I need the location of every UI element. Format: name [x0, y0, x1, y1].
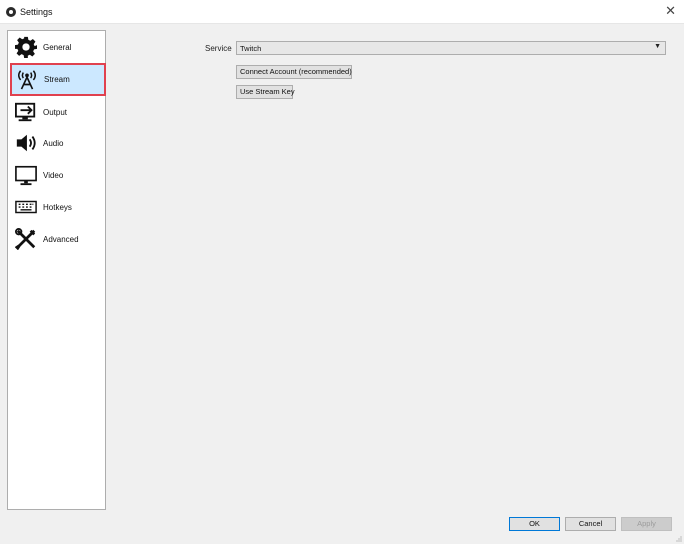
output-icon: [15, 102, 36, 122]
antenna-icon: [18, 70, 36, 90]
sidebar-item-audio[interactable]: Audio: [11, 129, 105, 159]
title-bar: Settings ✕: [0, 0, 684, 24]
settings-sidebar: General Stream Output Audio Video Hotkey…: [7, 30, 106, 510]
sidebar-item-label: Stream: [44, 75, 70, 84]
sidebar-item-label: General: [43, 43, 72, 52]
obs-logo-icon: [6, 7, 16, 17]
keyboard-icon: [15, 200, 37, 214]
sidebar-item-hotkeys[interactable]: Hotkeys: [11, 193, 105, 223]
sidebar-item-label: Video: [43, 171, 64, 180]
use-stream-key-button[interactable]: Use Stream Key: [236, 85, 295, 99]
tools-icon: [15, 228, 36, 250]
connect-account-button[interactable]: Connect Account (recommended): [236, 65, 352, 79]
service-selected-value: Twitch: [240, 44, 262, 53]
settings-window: Settings ✕ General Stream Output Audio V…: [0, 0, 684, 544]
sidebar-item-label: Advanced: [43, 235, 79, 244]
speaker-icon: [16, 134, 36, 152]
sidebar-item-output[interactable]: Output: [11, 98, 105, 128]
window-title: Settings: [20, 7, 53, 17]
service-dropdown[interactable]: Twitch ▼: [236, 41, 666, 55]
sidebar-item-label: Output: [43, 108, 68, 117]
cancel-button[interactable]: Cancel: [565, 517, 616, 531]
close-icon[interactable]: ✕: [665, 4, 676, 18]
sidebar-item-video[interactable]: Video: [11, 161, 105, 191]
sidebar-item-advanced[interactable]: Advanced: [11, 225, 105, 255]
gear-icon: [15, 36, 37, 58]
ok-button[interactable]: OK: [509, 517, 560, 531]
monitor-icon: [15, 165, 37, 186]
service-label: Service: [205, 44, 232, 53]
chevron-down-icon: ▼: [654, 43, 661, 50]
sidebar-item-label: Hotkeys: [43, 203, 72, 212]
apply-button[interactable]: Apply: [621, 517, 672, 531]
sidebar-item-general[interactable]: General: [11, 33, 105, 63]
sidebar-item-label: Audio: [43, 139, 64, 148]
resize-grip-icon[interactable]: [676, 536, 682, 542]
sidebar-item-stream[interactable]: Stream: [10, 63, 106, 96]
